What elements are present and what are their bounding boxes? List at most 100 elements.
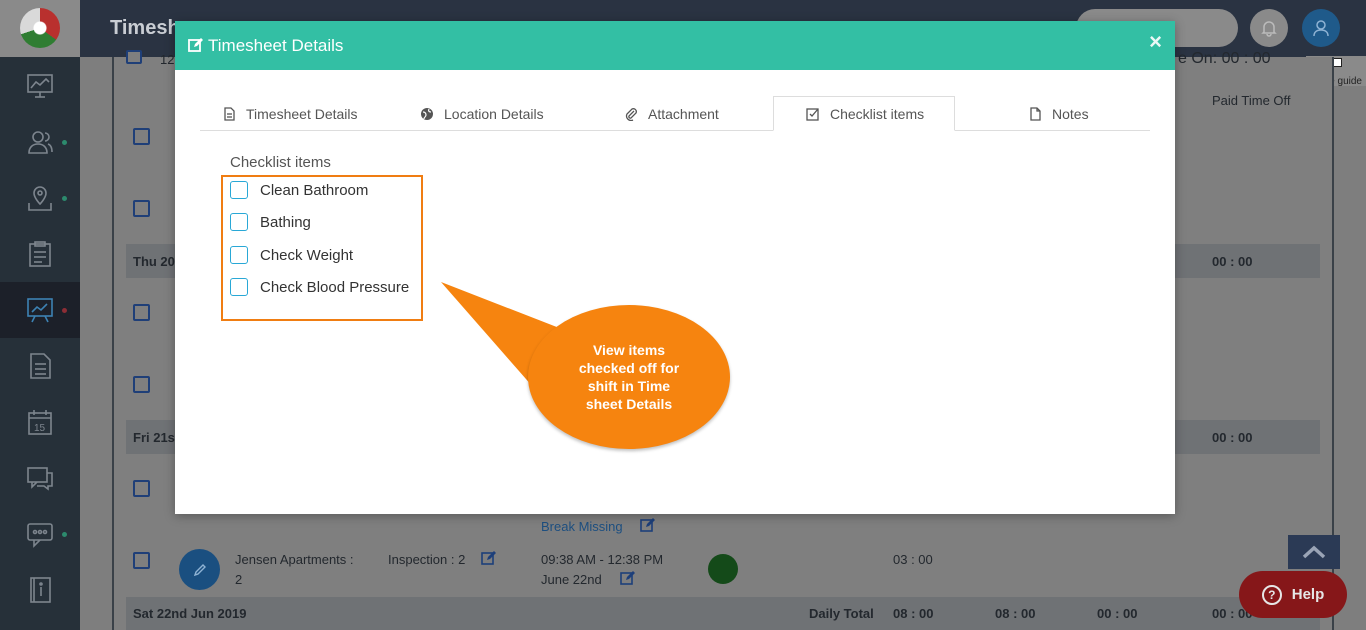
modal-tabs: Timesheet Details Location Details Attac… [200,96,1150,131]
pencil-icon [193,563,206,576]
sidebar-item-locations[interactable] [0,170,80,226]
entry-time: 09:38 AM - 12:38 PM [541,552,664,567]
location-globe-icon[interactable] [708,554,738,584]
paid-time-off-header: Paid Time Off [1212,93,1291,108]
file-icon [1030,106,1041,121]
close-icon[interactable]: × [1149,31,1162,53]
day-label: Sat 22nd Jun 2019 [133,606,247,621]
row-checkbox[interactable] [133,304,150,321]
callout-bubble: View items checked off for shift in Time… [528,305,730,449]
paid-time-on-text: e On: 00 : 00 [1178,50,1271,67]
tab-label: Timesheet Details [246,105,358,122]
checklist-checkbox[interactable] [230,181,248,199]
daily-total-value: 00 : 00 [1097,606,1138,621]
presentation-chart-icon [27,298,53,323]
row-count: 12 [160,52,175,67]
row-checkbox[interactable] [133,552,150,569]
daily-total-label: Daily Total [809,606,874,621]
help-button[interactable]: ? Help [1239,571,1347,618]
checklist-checkbox[interactable] [230,213,248,231]
help-label: Help [1291,586,1325,603]
checklist-item-label: Check Weight [260,246,354,264]
daily-total-value: 08 : 00 [893,606,934,621]
comments-status-dot [62,532,67,537]
select-all-checkbox[interactable] [126,50,142,64]
checklist-item-label: Bathing [260,213,311,231]
chat-icon [27,467,53,491]
entry-duration: 03 : 00 [893,552,933,567]
checklist-item[interactable]: Clean Bathroom [230,181,368,199]
sidebar-item-dashboard[interactable] [0,58,80,114]
chevron-up-icon [1302,545,1326,559]
bell-icon [1261,21,1277,37]
entry-client-number: 2 [235,572,243,587]
question-icon: ? [1261,584,1282,605]
sidebar-item-messages[interactable] [0,450,80,506]
tab-checklist-items[interactable]: Checklist items [773,96,956,131]
sidebar-item-info[interactable] [0,562,80,618]
map-pin-icon [28,186,52,211]
day-row [126,597,1320,630]
checklist-checkbox[interactable] [230,278,248,296]
checklist-item-label: Check Blood Pressure [260,278,410,296]
sidebar-item-users[interactable] [0,114,80,170]
sidebar-item-comments[interactable] [0,506,80,562]
user-icon [1313,20,1329,37]
modal-header: Timesheet Details × [175,21,1175,70]
tab-notes[interactable]: Notes [1028,96,1089,131]
tab-attachment[interactable]: Attachment [624,96,719,131]
entry-date: June 22nd [541,572,602,587]
users-status-dot [62,140,67,145]
day-label: Fri 21st [133,430,180,445]
tab-timesheet-details[interactable]: Timesheet Details [222,96,358,131]
info-book-icon [30,577,51,603]
day-total: 00 : 00 [1212,430,1253,445]
sidebar-item-calendar[interactable]: 15 [0,394,80,450]
users-icon [28,131,53,154]
sidebar: 15 [0,0,80,630]
daily-total-value: 08 : 00 [995,606,1036,621]
row-checkbox[interactable] [133,200,150,217]
edit-icon[interactable] [620,570,636,586]
notifications-button[interactable] [1250,9,1288,47]
locations-status-dot [62,196,67,201]
paperclip-icon [625,107,637,121]
callout-text: View items checked off for shift in Time… [578,342,680,412]
sidebar-item-tasks[interactable] [0,226,80,282]
checklist-item[interactable]: Bathing [230,213,311,231]
row-checkbox[interactable] [133,128,150,145]
day-label: Thu 20 [133,254,175,269]
sidebar-item-documents[interactable] [0,338,80,394]
entry-client: Jensen Apartments : [235,552,354,567]
document-icon [224,106,235,121]
checklist-item[interactable]: Check Blood Pressure [230,278,409,296]
page-title: Timesh [110,17,180,39]
tab-location-details[interactable]: Location Details [420,96,544,131]
row-checkbox[interactable] [133,376,150,393]
svg-text:15: 15 [34,423,46,434]
tab-label: Attachment [648,105,719,122]
edit-icon [188,38,203,52]
globe-icon [421,107,433,120]
sidebar-item-timesheets[interactable] [0,282,80,338]
tab-label: Location Details [444,105,544,122]
checklist-checkbox[interactable] [230,246,248,264]
checklist-item-label: Clean Bathroom [260,181,369,199]
tab-label: Checklist items [830,105,925,122]
calendar-icon: 15 [28,410,52,435]
edit-icon[interactable] [640,517,656,533]
day-total: 00 : 00 [1212,254,1253,269]
clipboard-icon [29,241,51,267]
app-logo [20,8,60,48]
comment-dots-icon [27,523,53,548]
row-checkbox[interactable] [133,480,150,497]
break-missing-link[interactable]: Break Missing [541,519,623,534]
tab-label: Notes [1052,105,1089,122]
logo-area[interactable] [0,0,80,57]
checklist-item[interactable]: Check Weight [230,246,353,264]
edit-icon[interactable] [481,550,497,566]
scroll-to-top-button[interactable] [1288,535,1340,569]
entry-edit-avatar[interactable] [179,549,220,590]
entry-task: Inspection : 2 [388,552,466,567]
user-menu-button[interactable] [1302,9,1340,47]
